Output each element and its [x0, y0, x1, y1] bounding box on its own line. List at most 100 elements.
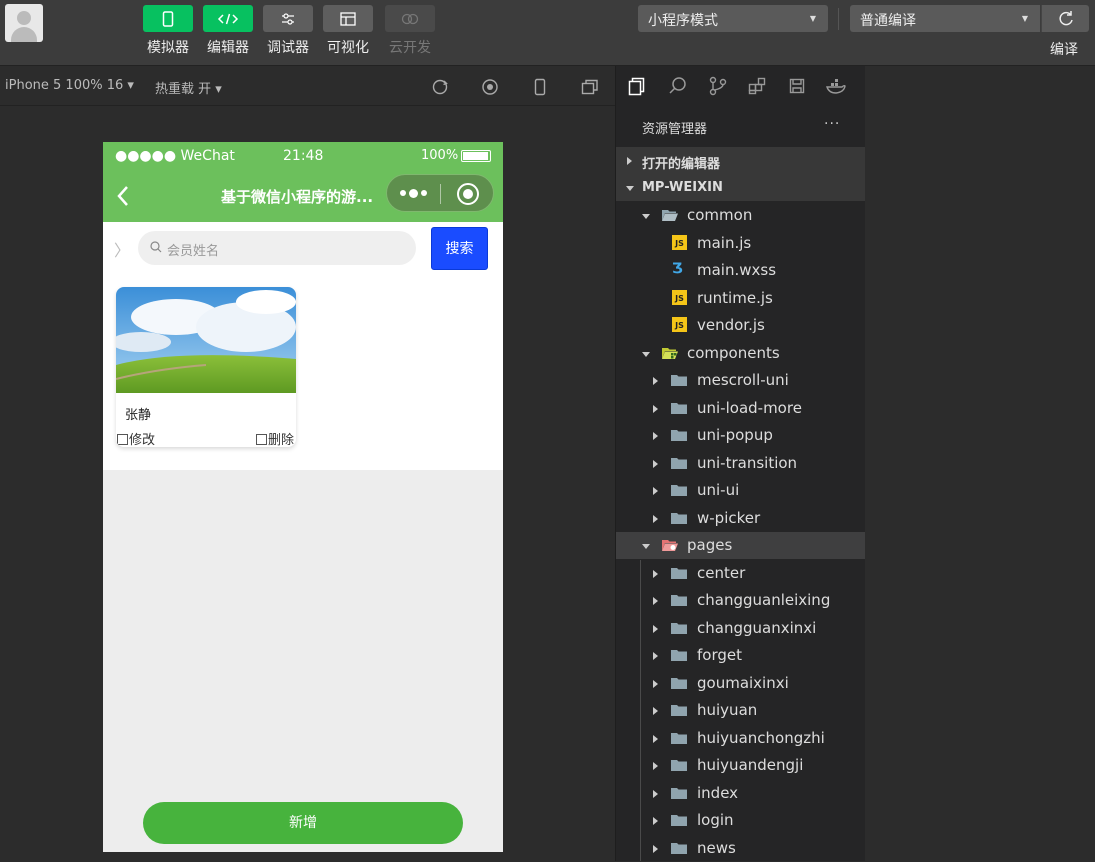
- chevron-right-icon[interactable]: 〉: [114, 237, 130, 261]
- folder-mescroll-uni[interactable]: mescroll-uni: [616, 367, 866, 394]
- folder-label: forget: [697, 646, 742, 664]
- folder-components[interactable]: components: [616, 340, 866, 367]
- cloud-dev-button[interactable]: 云开发: [385, 5, 435, 57]
- files-icon[interactable]: [627, 76, 647, 96]
- page-title: 基于微信小程序的游...: [221, 188, 374, 206]
- rotate-icon[interactable]: [431, 78, 449, 96]
- refresh-icon: [1059, 11, 1073, 26]
- visual-button[interactable]: 可视化: [323, 5, 373, 57]
- page-content: 〉 会员姓名 搜索 张静 修改 删除: [103, 222, 503, 470]
- css-file-icon: Ʒ: [672, 261, 683, 277]
- folder-goumaixinxi[interactable]: goumaixinxi: [616, 670, 866, 697]
- file-main-js[interactable]: JS main.js: [616, 230, 866, 257]
- search-input[interactable]: 会员姓名: [138, 231, 416, 265]
- folder-forget[interactable]: forget: [616, 642, 866, 669]
- folder-icon: [671, 788, 687, 799]
- cloud-icon: [401, 13, 419, 24]
- folder-icon: [671, 430, 687, 441]
- folder-changguanleixing[interactable]: changguanleixing: [616, 587, 866, 614]
- folder-icon: [671, 623, 687, 634]
- folder-icon: [671, 568, 687, 579]
- user-avatar[interactable]: [5, 4, 43, 42]
- visual-label: 可视化: [327, 40, 369, 56]
- device-select[interactable]: iPhone 5 100% 16 ▾: [5, 78, 134, 93]
- docker-icon[interactable]: [826, 76, 846, 96]
- back-arrow-icon[interactable]: [115, 184, 131, 208]
- simulator-button[interactable]: 模拟器: [143, 5, 193, 57]
- folder-login[interactable]: login: [616, 807, 866, 834]
- folder-label: uni-transition: [697, 454, 798, 472]
- file-main-wxss[interactable]: Ʒ main.wxss: [616, 257, 866, 284]
- folder-label: uni-popup: [697, 426, 773, 444]
- mode-select[interactable]: 小程序模式 ▼: [638, 5, 828, 32]
- more-icon[interactable]: [400, 188, 427, 198]
- compile-label: 编译: [1050, 42, 1078, 58]
- debugger-label: 调试器: [267, 40, 309, 56]
- more-actions-button[interactable]: ···: [824, 116, 840, 132]
- source-control-icon[interactable]: [708, 76, 728, 96]
- folder-uni-popup[interactable]: uni-popup: [616, 422, 866, 449]
- folder-icon: [671, 815, 687, 826]
- simulator-toolbar: iPhone 5 100% 16 ▾ 热重载 开 ▾: [0, 66, 615, 106]
- search-button[interactable]: 搜索: [431, 227, 488, 270]
- folder-changguanxinxi[interactable]: changguanxinxi: [616, 615, 866, 642]
- folder-center[interactable]: center: [616, 560, 866, 587]
- folder-uni-ui[interactable]: uni-ui: [616, 477, 866, 504]
- file-explorer: 资源管理器 ··· 打开的编辑器 MP-WEIXIN common JS mai…: [615, 66, 866, 862]
- folder-news[interactable]: news: [616, 835, 866, 862]
- file-label: runtime.js: [697, 289, 773, 307]
- hot-reload-toggle[interactable]: 热重载 开 ▾: [155, 78, 222, 97]
- add-button[interactable]: 新增: [143, 802, 463, 844]
- edit-label: 修改: [129, 433, 156, 447]
- compile-select-value: 普通编译: [860, 13, 916, 29]
- status-bar: ●●●●● WeChat 21:48 100%: [103, 142, 503, 170]
- folder-label: news: [697, 839, 736, 857]
- storage-icon[interactable]: [787, 76, 807, 96]
- compile-select[interactable]: 普通编译 ▼: [850, 5, 1040, 32]
- folder-huiyuan[interactable]: huiyuan: [616, 697, 866, 724]
- stop-icon[interactable]: [481, 78, 499, 96]
- detach-window-icon[interactable]: [581, 78, 599, 96]
- folder-label: w-picker: [697, 509, 761, 527]
- trash-icon: [256, 434, 267, 445]
- debugger-button[interactable]: 调试器: [263, 5, 313, 57]
- folder-huiyuanchongzhi[interactable]: huiyuanchongzhi: [616, 725, 866, 752]
- root-folder-label: MP-WEIXIN: [642, 180, 723, 195]
- folder-label: huiyuan: [697, 701, 758, 719]
- code-icon: [217, 13, 239, 24]
- device-icon[interactable]: [531, 78, 549, 96]
- folder-label: pages: [687, 536, 733, 554]
- search-icon[interactable]: [668, 76, 688, 96]
- folder-uni-load-more[interactable]: uni-load-more: [616, 395, 866, 422]
- explorer-title: 资源管理器: [642, 122, 708, 137]
- close-miniprogram-icon[interactable]: [457, 183, 479, 205]
- folder-huiyuandengji[interactable]: huiyuandengji: [616, 752, 866, 779]
- chevron-down-icon: ▼: [1021, 14, 1028, 23]
- compile-button[interactable]: [1041, 5, 1089, 32]
- folder-pages[interactable]: pages: [616, 532, 866, 559]
- toolbar-divider: [838, 8, 839, 30]
- folder-icon: [671, 403, 687, 414]
- folder-icon: [671, 678, 687, 689]
- member-card[interactable]: 张静 修改 删除: [116, 287, 296, 447]
- delete-button[interactable]: 删除: [256, 429, 294, 447]
- root-folder-section[interactable]: MP-WEIXIN: [616, 174, 866, 201]
- grassland-image: [116, 287, 296, 393]
- edit-button[interactable]: 修改: [117, 429, 155, 447]
- open-editors-section[interactable]: 打开的编辑器: [616, 147, 866, 174]
- folder-index[interactable]: index: [616, 780, 866, 807]
- file-label: main.wxss: [697, 261, 777, 279]
- extensions-icon[interactable]: [747, 76, 767, 96]
- folder-uni-transition[interactable]: uni-transition: [616, 450, 866, 477]
- folder-label: uni-load-more: [697, 399, 802, 417]
- simulator-label: 模拟器: [147, 40, 189, 56]
- editor-button[interactable]: 编辑器: [203, 5, 253, 57]
- file-runtime-js[interactable]: JS runtime.js: [616, 285, 866, 312]
- open-editors-label: 打开的编辑器: [642, 157, 721, 172]
- edit-icon: [117, 434, 128, 445]
- folder-label: components: [687, 344, 780, 362]
- folder-common[interactable]: common: [616, 202, 866, 229]
- file-vendor-js[interactable]: JS vendor.js: [616, 312, 866, 339]
- mode-select-value: 小程序模式: [648, 13, 718, 29]
- folder-w-picker[interactable]: w-picker: [616, 505, 866, 532]
